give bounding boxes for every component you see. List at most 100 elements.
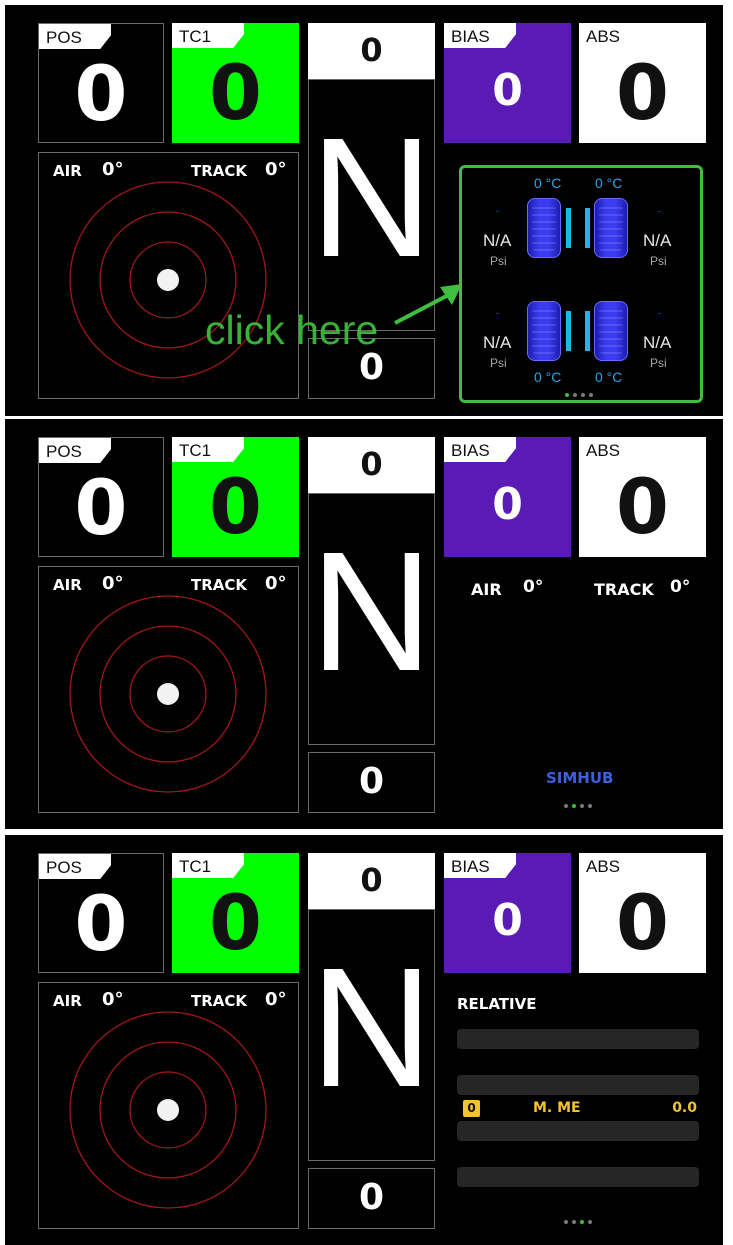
traction-control-label: TC1 xyxy=(172,437,244,462)
dashboard-panel-relative: POS 0 TC1 0 0 N 0 BIAS 0 ABS 0 AIR 0° TR… xyxy=(5,835,723,1245)
abs-label: ABS xyxy=(579,853,651,878)
speed-bottom-box: 0 xyxy=(308,752,435,813)
speed-bottom-box: 0 xyxy=(308,1168,435,1229)
tyre-rear-right-icon xyxy=(594,301,628,361)
tyre-pressure-rear-left: N/A xyxy=(483,333,512,352)
position-label: POS xyxy=(39,438,111,463)
tyre-unit-rear-left: Psi xyxy=(490,356,507,370)
pressure-marker-front-right: - xyxy=(657,204,662,218)
annotation-arrow-icon xyxy=(394,284,462,325)
tyre-unit-rear-right: Psi xyxy=(650,356,667,370)
axle-front-left xyxy=(566,208,571,248)
position-widget: POS 0 xyxy=(38,23,164,143)
relative-driver-name: M. ME xyxy=(533,1100,581,1116)
relative-row xyxy=(457,1075,699,1095)
speed-top-box: 0 xyxy=(308,437,435,493)
tyre-pressure-rear-right: N/A xyxy=(643,333,672,352)
page-indicator[interactable] xyxy=(564,1220,592,1224)
pressure-marker-rear-left: - xyxy=(495,306,500,320)
tyre-pressure-front-left: N/A xyxy=(483,231,512,250)
abs-value: 0 xyxy=(616,48,669,137)
relative-title: RELATIVE xyxy=(457,995,537,1013)
gear-value: N xyxy=(310,933,433,1123)
brake-bias-label: BIAS xyxy=(444,437,516,462)
speed-bottom-value: 0 xyxy=(358,1177,385,1218)
gear-value: N xyxy=(310,517,433,707)
tyre-temp-front-right: 0 °C xyxy=(595,175,623,191)
gear-box: N xyxy=(308,493,435,745)
speed-top-value: 0 xyxy=(360,861,383,899)
radar-rings xyxy=(69,1011,267,1209)
abs-label: ABS xyxy=(579,23,651,48)
traction-control-value: 0 xyxy=(209,48,262,137)
gear-value: N xyxy=(310,103,433,293)
position-value: 0 xyxy=(74,49,128,138)
tyre-unit-front-right: Psi xyxy=(650,254,667,268)
traction-control-widget: TC1 0 xyxy=(172,23,299,143)
radar-widget: AIR 0° TRACK 0° xyxy=(38,566,299,813)
tyre-rear-left-icon xyxy=(527,301,561,361)
brake-bias-label: BIAS xyxy=(444,23,516,48)
tyre-temp-rear-right: 0 °C xyxy=(595,369,623,385)
radar-rings xyxy=(69,595,267,793)
position-label: POS xyxy=(39,24,111,49)
player-car-marker xyxy=(157,1099,179,1121)
tyre-unit-front-left: Psi xyxy=(490,254,507,268)
pressure-marker-rear-right: - xyxy=(657,306,662,320)
speed-top-value: 0 xyxy=(360,31,383,69)
radar-widget: AIR 0° TRACK 0° xyxy=(38,982,299,1229)
brake-bias-label: BIAS xyxy=(444,853,516,878)
position-label: POS xyxy=(39,854,111,879)
relative-position-badge: 0 xyxy=(463,1100,480,1117)
pressure-marker-front-left: - xyxy=(495,204,500,218)
traction-control-label: TC1 xyxy=(172,23,244,48)
tyre-temp-front-left: 0 °C xyxy=(534,175,562,191)
page-indicator[interactable] xyxy=(564,804,592,808)
abs-value: 0 xyxy=(616,462,669,551)
weather-track-value: 0° xyxy=(670,577,691,597)
speed-top-box: 0 xyxy=(308,23,435,79)
relative-gap: 0.0 xyxy=(672,1100,697,1116)
brake-bias-widget: BIAS 0 xyxy=(444,23,571,143)
position-value: 0 xyxy=(74,463,128,552)
relative-row xyxy=(457,1029,699,1049)
axle-rear-left xyxy=(566,311,571,351)
brake-bias-value: 0 xyxy=(492,479,523,530)
simhub-logo: SIMHUB xyxy=(546,769,614,787)
abs-widget: ABS 0 xyxy=(579,853,706,973)
traction-control-widget: TC1 0 xyxy=(172,437,299,557)
traction-control-widget: TC1 0 xyxy=(172,853,299,973)
axle-rear-right xyxy=(585,311,590,351)
tyre-front-right-icon xyxy=(594,198,628,258)
speed-top-value: 0 xyxy=(360,445,383,483)
dashboard-panel-tyres: POS 0 TC1 0 0 N 0 BIAS 0 ABS 0 AIR 0° TR… xyxy=(5,5,723,416)
speed-bottom-value: 0 xyxy=(358,761,385,802)
tyre-pressure-front-right: N/A xyxy=(643,231,672,250)
gear-box: N xyxy=(308,909,435,1161)
weather-track-label: TRACK xyxy=(594,580,654,599)
tyres-widget[interactable]: 0 °C 0 °C - - N/A Psi N/A Psi - - N/A Ps… xyxy=(459,165,703,403)
tyre-front-left-icon xyxy=(527,198,561,258)
dashboard-panel-weather: POS 0 TC1 0 0 N 0 BIAS 0 ABS 0 AIR 0° TR… xyxy=(5,419,723,829)
player-car-marker xyxy=(157,269,179,291)
brake-bias-widget: BIAS 0 xyxy=(444,437,571,557)
click-here-annotation: click here xyxy=(205,307,379,353)
weather-air-label: AIR xyxy=(471,580,502,599)
relative-row xyxy=(457,1121,699,1141)
position-widget: POS 0 xyxy=(38,853,164,973)
weather-air-value: 0° xyxy=(523,577,544,597)
relative-row xyxy=(457,1167,699,1187)
position-widget: POS 0 xyxy=(38,437,164,557)
abs-widget: ABS 0 xyxy=(579,23,706,143)
axle-front-right xyxy=(585,208,590,248)
abs-label: ABS xyxy=(579,437,651,462)
position-value: 0 xyxy=(74,879,128,968)
abs-widget: ABS 0 xyxy=(579,437,706,557)
speed-top-box: 0 xyxy=(308,853,435,909)
player-car-marker xyxy=(157,683,179,705)
brake-bias-widget: BIAS 0 xyxy=(444,853,571,973)
traction-control-value: 0 xyxy=(209,878,262,967)
tyre-temp-rear-left: 0 °C xyxy=(534,369,562,385)
page-indicator xyxy=(565,393,593,397)
traction-control-value: 0 xyxy=(209,462,262,551)
